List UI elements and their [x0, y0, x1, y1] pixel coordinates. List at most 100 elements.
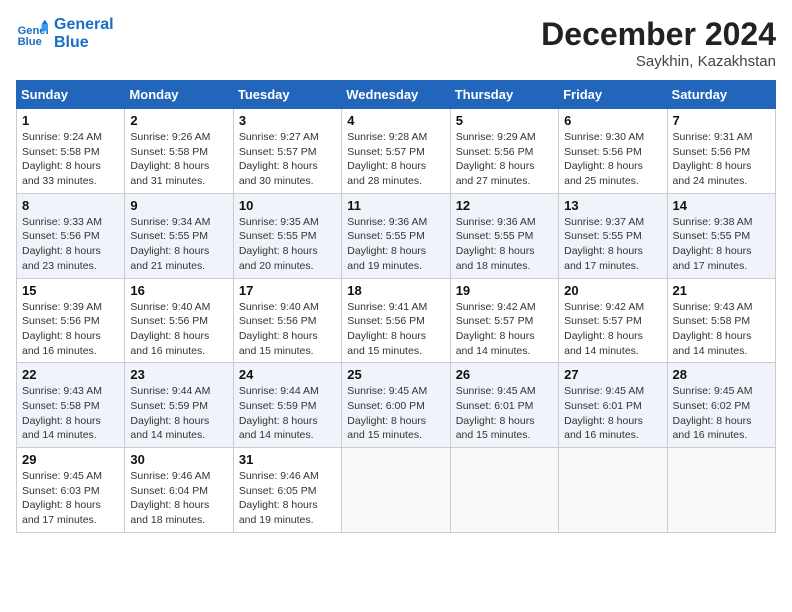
calendar-cell: 17 Sunrise: 9:40 AM Sunset: 5:56 PM Dayl… [233, 278, 341, 363]
day-number: 2 [130, 113, 227, 128]
day-number: 10 [239, 198, 336, 213]
day-number: 1 [22, 113, 119, 128]
calendar-header-row: SundayMondayTuesdayWednesdayThursdayFrid… [17, 81, 776, 109]
calendar-week-row: 1 Sunrise: 9:24 AM Sunset: 5:58 PM Dayli… [17, 109, 776, 194]
calendar-week-row: 8 Sunrise: 9:33 AM Sunset: 5:56 PM Dayli… [17, 193, 776, 278]
day-info: Sunrise: 9:45 AM Sunset: 6:03 PM Dayligh… [22, 469, 119, 528]
day-number: 18 [347, 283, 444, 298]
calendar-cell: 22 Sunrise: 9:43 AM Sunset: 5:58 PM Dayl… [17, 363, 125, 448]
calendar-week-row: 29 Sunrise: 9:45 AM Sunset: 6:03 PM Dayl… [17, 448, 776, 533]
day-number: 13 [564, 198, 661, 213]
calendar-cell: 6 Sunrise: 9:30 AM Sunset: 5:56 PM Dayli… [559, 109, 667, 194]
day-info: Sunrise: 9:40 AM Sunset: 5:56 PM Dayligh… [239, 300, 336, 359]
calendar-cell [342, 448, 450, 533]
weekday-header: Friday [559, 81, 667, 109]
day-info: Sunrise: 9:36 AM Sunset: 5:55 PM Dayligh… [347, 215, 444, 274]
calendar-cell: 8 Sunrise: 9:33 AM Sunset: 5:56 PM Dayli… [17, 193, 125, 278]
calendar-cell: 24 Sunrise: 9:44 AM Sunset: 5:59 PM Dayl… [233, 363, 341, 448]
day-number: 11 [347, 198, 444, 213]
calendar-cell [559, 448, 667, 533]
day-info: Sunrise: 9:42 AM Sunset: 5:57 PM Dayligh… [564, 300, 661, 359]
day-number: 28 [673, 367, 770, 382]
calendar-cell: 28 Sunrise: 9:45 AM Sunset: 6:02 PM Dayl… [667, 363, 775, 448]
day-info: Sunrise: 9:43 AM Sunset: 5:58 PM Dayligh… [22, 384, 119, 443]
calendar-cell: 26 Sunrise: 9:45 AM Sunset: 6:01 PM Dayl… [450, 363, 558, 448]
weekday-header: Saturday [667, 81, 775, 109]
calendar-cell: 14 Sunrise: 9:38 AM Sunset: 5:55 PM Dayl… [667, 193, 775, 278]
day-info: Sunrise: 9:30 AM Sunset: 5:56 PM Dayligh… [564, 130, 661, 189]
day-info: Sunrise: 9:36 AM Sunset: 5:55 PM Dayligh… [456, 215, 553, 274]
day-info: Sunrise: 9:45 AM Sunset: 6:01 PM Dayligh… [564, 384, 661, 443]
calendar-cell: 18 Sunrise: 9:41 AM Sunset: 5:56 PM Dayl… [342, 278, 450, 363]
calendar-cell [450, 448, 558, 533]
svg-text:Blue: Blue [18, 36, 42, 48]
calendar-cell: 27 Sunrise: 9:45 AM Sunset: 6:01 PM Dayl… [559, 363, 667, 448]
day-info: Sunrise: 9:46 AM Sunset: 6:05 PM Dayligh… [239, 469, 336, 528]
calendar-cell: 4 Sunrise: 9:28 AM Sunset: 5:57 PM Dayli… [342, 109, 450, 194]
day-number: 23 [130, 367, 227, 382]
day-number: 24 [239, 367, 336, 382]
day-info: Sunrise: 9:28 AM Sunset: 5:57 PM Dayligh… [347, 130, 444, 189]
calendar-table: SundayMondayTuesdayWednesdayThursdayFrid… [16, 80, 776, 533]
day-number: 30 [130, 452, 227, 467]
day-info: Sunrise: 9:37 AM Sunset: 5:55 PM Dayligh… [564, 215, 661, 274]
calendar-cell: 29 Sunrise: 9:45 AM Sunset: 6:03 PM Dayl… [17, 448, 125, 533]
page-header: General Blue GeneralBlue December 2024 S… [16, 16, 776, 70]
day-number: 16 [130, 283, 227, 298]
calendar-cell: 25 Sunrise: 9:45 AM Sunset: 6:00 PM Dayl… [342, 363, 450, 448]
day-info: Sunrise: 9:44 AM Sunset: 5:59 PM Dayligh… [239, 384, 336, 443]
day-info: Sunrise: 9:44 AM Sunset: 5:59 PM Dayligh… [130, 384, 227, 443]
calendar-week-row: 22 Sunrise: 9:43 AM Sunset: 5:58 PM Dayl… [17, 363, 776, 448]
calendar-cell: 7 Sunrise: 9:31 AM Sunset: 5:56 PM Dayli… [667, 109, 775, 194]
calendar-cell: 19 Sunrise: 9:42 AM Sunset: 5:57 PM Dayl… [450, 278, 558, 363]
day-info: Sunrise: 9:38 AM Sunset: 5:55 PM Dayligh… [673, 215, 770, 274]
weekday-header: Tuesday [233, 81, 341, 109]
day-number: 20 [564, 283, 661, 298]
day-number: 31 [239, 452, 336, 467]
day-info: Sunrise: 9:35 AM Sunset: 5:55 PM Dayligh… [239, 215, 336, 274]
day-number: 25 [347, 367, 444, 382]
day-number: 21 [673, 283, 770, 298]
day-info: Sunrise: 9:34 AM Sunset: 5:55 PM Dayligh… [130, 215, 227, 274]
day-info: Sunrise: 9:45 AM Sunset: 6:01 PM Dayligh… [456, 384, 553, 443]
day-number: 27 [564, 367, 661, 382]
month-title: December 2024 [541, 16, 776, 53]
title-block: December 2024 Saykhin, Kazakhstan [541, 16, 776, 70]
calendar-cell: 3 Sunrise: 9:27 AM Sunset: 5:57 PM Dayli… [233, 109, 341, 194]
day-info: Sunrise: 9:26 AM Sunset: 5:58 PM Dayligh… [130, 130, 227, 189]
day-number: 22 [22, 367, 119, 382]
day-info: Sunrise: 9:43 AM Sunset: 5:58 PM Dayligh… [673, 300, 770, 359]
calendar-cell: 5 Sunrise: 9:29 AM Sunset: 5:56 PM Dayli… [450, 109, 558, 194]
logo-icon: General Blue [16, 18, 48, 50]
day-info: Sunrise: 9:45 AM Sunset: 6:00 PM Dayligh… [347, 384, 444, 443]
weekday-header: Monday [125, 81, 233, 109]
day-number: 14 [673, 198, 770, 213]
day-info: Sunrise: 9:24 AM Sunset: 5:58 PM Dayligh… [22, 130, 119, 189]
day-number: 3 [239, 113, 336, 128]
calendar-cell: 23 Sunrise: 9:44 AM Sunset: 5:59 PM Dayl… [125, 363, 233, 448]
calendar-cell: 15 Sunrise: 9:39 AM Sunset: 5:56 PM Dayl… [17, 278, 125, 363]
day-number: 19 [456, 283, 553, 298]
calendar-cell: 21 Sunrise: 9:43 AM Sunset: 5:58 PM Dayl… [667, 278, 775, 363]
calendar-cell: 1 Sunrise: 9:24 AM Sunset: 5:58 PM Dayli… [17, 109, 125, 194]
day-number: 12 [456, 198, 553, 213]
day-info: Sunrise: 9:45 AM Sunset: 6:02 PM Dayligh… [673, 384, 770, 443]
day-info: Sunrise: 9:39 AM Sunset: 5:56 PM Dayligh… [22, 300, 119, 359]
day-info: Sunrise: 9:33 AM Sunset: 5:56 PM Dayligh… [22, 215, 119, 274]
day-number: 15 [22, 283, 119, 298]
calendar-week-row: 15 Sunrise: 9:39 AM Sunset: 5:56 PM Dayl… [17, 278, 776, 363]
day-info: Sunrise: 9:42 AM Sunset: 5:57 PM Dayligh… [456, 300, 553, 359]
calendar-cell: 20 Sunrise: 9:42 AM Sunset: 5:57 PM Dayl… [559, 278, 667, 363]
calendar-cell: 16 Sunrise: 9:40 AM Sunset: 5:56 PM Dayl… [125, 278, 233, 363]
weekday-header: Wednesday [342, 81, 450, 109]
day-info: Sunrise: 9:29 AM Sunset: 5:56 PM Dayligh… [456, 130, 553, 189]
day-number: 29 [22, 452, 119, 467]
day-number: 6 [564, 113, 661, 128]
calendar-cell: 12 Sunrise: 9:36 AM Sunset: 5:55 PM Dayl… [450, 193, 558, 278]
day-number: 4 [347, 113, 444, 128]
day-number: 8 [22, 198, 119, 213]
calendar-cell [667, 448, 775, 533]
day-number: 17 [239, 283, 336, 298]
day-info: Sunrise: 9:27 AM Sunset: 5:57 PM Dayligh… [239, 130, 336, 189]
day-info: Sunrise: 9:31 AM Sunset: 5:56 PM Dayligh… [673, 130, 770, 189]
